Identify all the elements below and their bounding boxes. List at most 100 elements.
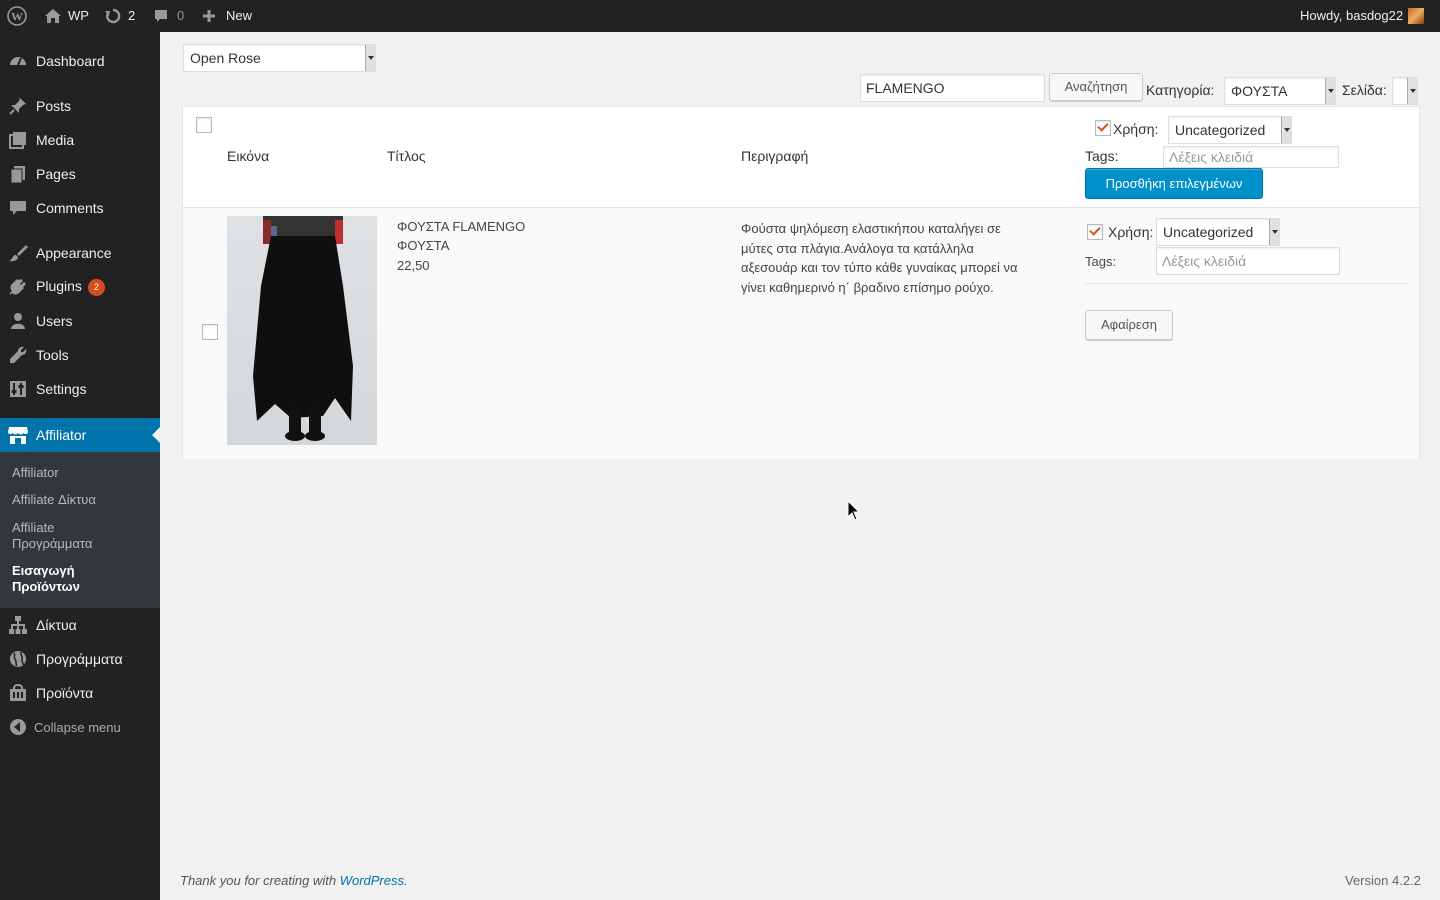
products-table: Εικόνα Τίτλος Περιγραφή Χρήση: Uncategor… (182, 106, 1420, 459)
column-header-title: Τίτλος (387, 148, 426, 164)
new-content-link[interactable]: New (202, 0, 252, 32)
brush-icon (0, 243, 36, 263)
media-icon (0, 130, 36, 150)
select-all-checkbox[interactable] (196, 117, 212, 133)
network-icon (0, 615, 36, 635)
sidebar-item-programs[interactable]: Προγράμματα (0, 642, 160, 676)
footer-thanks: Thank you for creating with WordPress. (180, 873, 408, 888)
sidebar-item-label: Tools (36, 347, 69, 363)
dashboard-icon (0, 51, 36, 71)
submenu-item-affiliator[interactable]: Affiliator (12, 465, 152, 481)
row-category-select[interactable]: Uncategorized (1156, 218, 1280, 246)
sidebar-item-posts[interactable]: Posts (0, 89, 160, 123)
plugins-label: Plugins (36, 278, 82, 295)
chevron-down-icon (1325, 78, 1335, 104)
page-label: Σελίδα: (1342, 82, 1387, 98)
chevron-down-icon (1281, 117, 1291, 143)
bulk-use-label: Χρήση: (1113, 121, 1159, 137)
sidebar-item-settings[interactable]: Settings (0, 372, 160, 406)
wordpress-logo-icon[interactable]: W (7, 0, 27, 32)
sidebar-item-networks[interactable]: Δίκτυα (0, 608, 160, 642)
user-icon (0, 311, 36, 331)
row-use-label: Χρήση: (1108, 224, 1154, 240)
sidebar-item-label: Users (36, 313, 73, 329)
row-select-checkbox[interactable] (202, 324, 218, 340)
search-input[interactable]: FLAMENGO (860, 74, 1045, 102)
product-description: Φούστα ψηλόμεση ελαστικήπου καταλήγει σε… (741, 219, 1071, 297)
store-icon (0, 425, 36, 445)
wrench-icon (0, 345, 36, 365)
column-header-image: Εικόνα (227, 148, 270, 164)
submenu-item-affiliate-networks[interactable]: Affiliate Δίκτυα (12, 492, 152, 508)
submenu-item-affiliate-programs[interactable]: Affiliate Προγράμματα (12, 520, 112, 552)
sidebar-item-label: Plugins 2 (36, 278, 160, 296)
row-category-value: Uncategorized (1163, 224, 1254, 240)
sidebar-item-appearance[interactable]: Appearance (0, 236, 160, 270)
product-title: ΦΟΥΣΤΑ FLAMENGO (397, 219, 526, 234)
new-label: New (226, 8, 253, 23)
sidebar-item-products[interactable]: Προϊόντα (0, 676, 160, 710)
search-button[interactable]: Αναζήτηση (1049, 73, 1143, 101)
sidebar-item-label: Appearance (36, 245, 112, 261)
admin-sidebar: Dashboard Posts Media Pages Comments App… (0, 32, 160, 900)
add-selected-button[interactable]: Προσθήκη επιλεγμένων (1085, 168, 1263, 199)
admin-bar: W WP 2 0 New Howdy, basdog22 (0, 0, 1440, 32)
howdy-text: Howdy, basdog22 (1300, 8, 1404, 23)
sidebar-item-label: Dashboard (36, 53, 105, 69)
row-tags-input[interactable]: Λέξεις κλειδιά (1156, 247, 1340, 275)
chevron-down-icon (1269, 219, 1279, 245)
product-image (227, 216, 377, 445)
affiliator-submenu: Affiliator Affiliate Δίκτυα Affiliate Πρ… (0, 452, 160, 608)
chevron-down-icon (1407, 78, 1417, 104)
bulk-category-value: Uncategorized (1175, 122, 1266, 138)
pages-icon (0, 164, 36, 184)
footer-version: Version 4.2.2 (1345, 873, 1421, 888)
bulk-category-select[interactable]: Uncategorized (1168, 116, 1292, 144)
site-name-link[interactable]: WP (43, 0, 89, 32)
mouse-cursor-icon (847, 499, 861, 525)
remove-button[interactable]: Αφαίρεση (1085, 310, 1173, 340)
wordpress-link[interactable]: WordPress (340, 873, 404, 888)
footer-period: . (404, 873, 408, 888)
sidebar-item-label: Posts (36, 98, 72, 114)
product-category: ΦΟΥΣΤΑ (397, 238, 450, 253)
updates-link[interactable]: 2 (104, 0, 135, 32)
sidebar-item-dashboard[interactable]: Dashboard (0, 44, 160, 78)
sidebar-item-label: Media (36, 132, 75, 148)
collapse-menu-label: Collapse menu (34, 719, 121, 735)
row-divider (1085, 283, 1409, 284)
bulk-tags-input[interactable]: Λέξεις κλειδιά (1163, 146, 1339, 168)
table-row: ΦΟΥΣΤΑ FLAMENGO ΦΟΥΣΤΑ 22,50 Φούστα ψηλό… (183, 207, 1419, 459)
sidebar-item-tools[interactable]: Tools (0, 338, 160, 372)
sidebar-item-label: Settings (36, 381, 87, 397)
settings-icon (0, 379, 36, 399)
comment-bubble-icon (155, 10, 167, 22)
sidebar-item-label: Pages (36, 166, 76, 182)
sidebar-item-media[interactable]: Media (0, 123, 160, 157)
bag-icon (0, 683, 36, 703)
sidebar-item-label: Δίκτυα (36, 617, 77, 633)
sidebar-item-pages[interactable]: Pages (0, 157, 160, 191)
sidebar-item-comments[interactable]: Comments (0, 191, 160, 225)
column-header-description: Περιγραφή (741, 148, 809, 164)
program-select[interactable]: Open Rose (183, 44, 376, 72)
plugins-update-badge: 2 (87, 278, 105, 296)
sidebar-item-label: Προγράμματα (36, 651, 123, 667)
my-account-link[interactable]: Howdy, basdog22 (1300, 0, 1425, 32)
description-line: γίνει καθημερινό η΄ βραδινο επίσημο ρούχ… (741, 279, 994, 295)
bulk-tags-label: Tags: (1085, 148, 1119, 164)
collapse-menu-button[interactable]: Collapse menu (0, 710, 160, 744)
page-select[interactable] (1392, 77, 1418, 105)
submenu-item-import-products[interactable]: Εισαγωγή Προϊόντων (12, 563, 102, 595)
row-use-checkbox[interactable] (1087, 224, 1103, 240)
sidebar-item-affiliator[interactable]: Affiliator (0, 418, 160, 452)
avatar (1408, 8, 1425, 24)
category-label: Κατηγορία: (1146, 82, 1215, 98)
sidebar-item-users[interactable]: Users (0, 304, 160, 338)
sidebar-item-plugins[interactable]: Plugins 2 (0, 270, 160, 304)
bulk-use-checkbox[interactable] (1095, 120, 1111, 136)
updates-count: 2 (128, 8, 136, 23)
program-select-value: Open Rose (190, 50, 261, 66)
category-select[interactable]: ΦΟΥΣΤΑ (1224, 77, 1336, 105)
comments-link[interactable]: 0 (153, 0, 184, 32)
